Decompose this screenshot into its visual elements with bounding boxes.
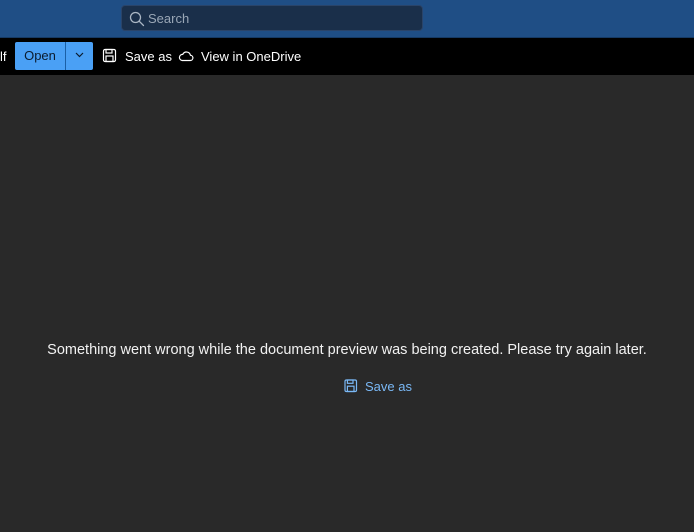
chevron-down-icon	[75, 52, 84, 58]
search-icon	[129, 11, 145, 27]
save-as-label: Save as	[125, 48, 172, 64]
top-header-bar	[0, 0, 694, 38]
preview-error-message: Something went wrong while the document …	[47, 342, 647, 358]
floppy-disk-icon	[102, 48, 118, 64]
save-as-button[interactable]: Save as	[102, 47, 172, 65]
view-in-onedrive-button[interactable]: View in OneDrive	[178, 47, 301, 65]
preview-save-as-link[interactable]: Save as	[344, 378, 412, 394]
app-window: lf Open Save as	[0, 0, 694, 532]
command-bar: lf Open Save as View in OneDrive	[0, 38, 694, 75]
file-name-fragment: lf	[0, 49, 7, 64]
floppy-disk-icon	[344, 379, 358, 393]
open-button[interactable]: Open	[15, 42, 65, 70]
cloud-icon	[178, 48, 194, 64]
open-dropdown-button[interactable]	[66, 42, 93, 70]
preview-save-as-label: Save as	[365, 378, 412, 394]
open-split-button: Open	[15, 42, 93, 70]
search-box[interactable]	[121, 5, 423, 31]
search-input[interactable]	[148, 6, 408, 30]
view-in-onedrive-label: View in OneDrive	[201, 48, 302, 64]
